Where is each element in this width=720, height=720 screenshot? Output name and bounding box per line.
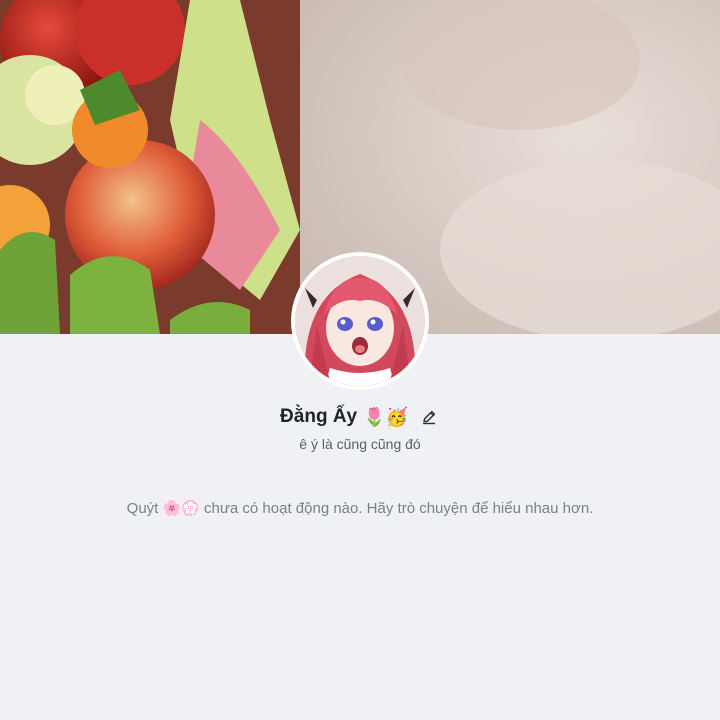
avatar-image xyxy=(295,256,425,386)
activity-empty-message: Quýt 🌸💮 chưa có hoạt động nào. Hãy trò c… xyxy=(126,500,594,517)
pencil-icon[interactable] xyxy=(418,406,440,428)
profile-name: Đằng Ấy xyxy=(280,406,358,427)
profile-avatar[interactable] xyxy=(291,252,429,390)
profile-name-row: Đằng Ấy 🌷🥳 xyxy=(0,406,720,428)
profile-name-emoji: 🌷🥳 xyxy=(363,406,408,427)
profile-bio: ê ý là cũng cũng đó xyxy=(299,436,421,452)
